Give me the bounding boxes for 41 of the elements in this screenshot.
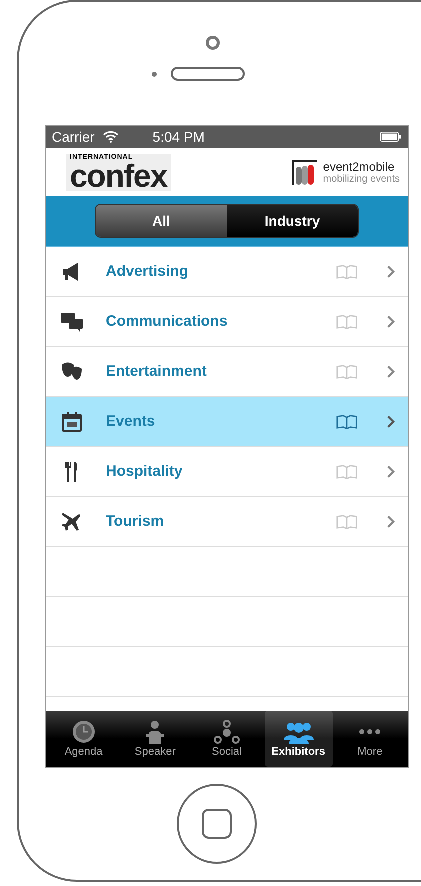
dots-icon — [359, 729, 382, 735]
open-book-icon — [336, 314, 358, 328]
status-time: 5:04 PM — [152, 129, 205, 145]
segment-tab[interactable]: All — [96, 205, 227, 237]
people-icon — [284, 720, 314, 744]
category-label: Communications — [106, 313, 229, 330]
category-row[interactable]: Communications — [46, 297, 408, 347]
category-label: Hospitality — [106, 463, 184, 480]
segment-tab[interactable]: Industry — [227, 205, 358, 237]
tab-item[interactable]: More — [336, 711, 404, 767]
carrier-label: Carrier — [52, 129, 95, 145]
chevron-icon — [386, 414, 396, 428]
open-book-icon — [336, 514, 358, 528]
category-row[interactable]: Tourism — [46, 497, 408, 547]
chevron-icon — [386, 314, 396, 328]
chevron-icon — [386, 364, 396, 378]
chevron-icon — [386, 464, 396, 478]
camera-icon — [206, 36, 220, 50]
category-label: Events — [106, 413, 156, 430]
category-label: Tourism — [106, 513, 166, 530]
home-button[interactable] — [177, 784, 257, 864]
open-book-icon — [336, 414, 358, 428]
chevron-icon — [386, 514, 396, 528]
open-book-icon — [336, 264, 358, 278]
category-label: Advertising — [106, 263, 190, 280]
tab-item[interactable]: Agenda — [50, 711, 118, 767]
open-book-icon — [336, 464, 358, 478]
network-icon — [212, 720, 242, 744]
battery-icon — [380, 132, 402, 142]
wifi-icon — [102, 131, 119, 143]
category-row[interactable]: Advertising — [46, 247, 408, 297]
event2mobile-logo: event2mobile mobilizing events — [289, 157, 400, 187]
tab-item[interactable]: Exhibitors — [264, 711, 333, 767]
category-label: Entertainment — [106, 363, 208, 380]
calendar-icon — [60, 410, 84, 434]
chevron-icon — [386, 264, 396, 278]
open-book-icon — [336, 364, 358, 378]
sensor-icon — [152, 72, 156, 76]
tab-item[interactable]: Social — [192, 711, 261, 767]
tab-item[interactable]: Speaker — [121, 711, 190, 767]
category-row[interactable]: Hospitality — [46, 447, 408, 497]
